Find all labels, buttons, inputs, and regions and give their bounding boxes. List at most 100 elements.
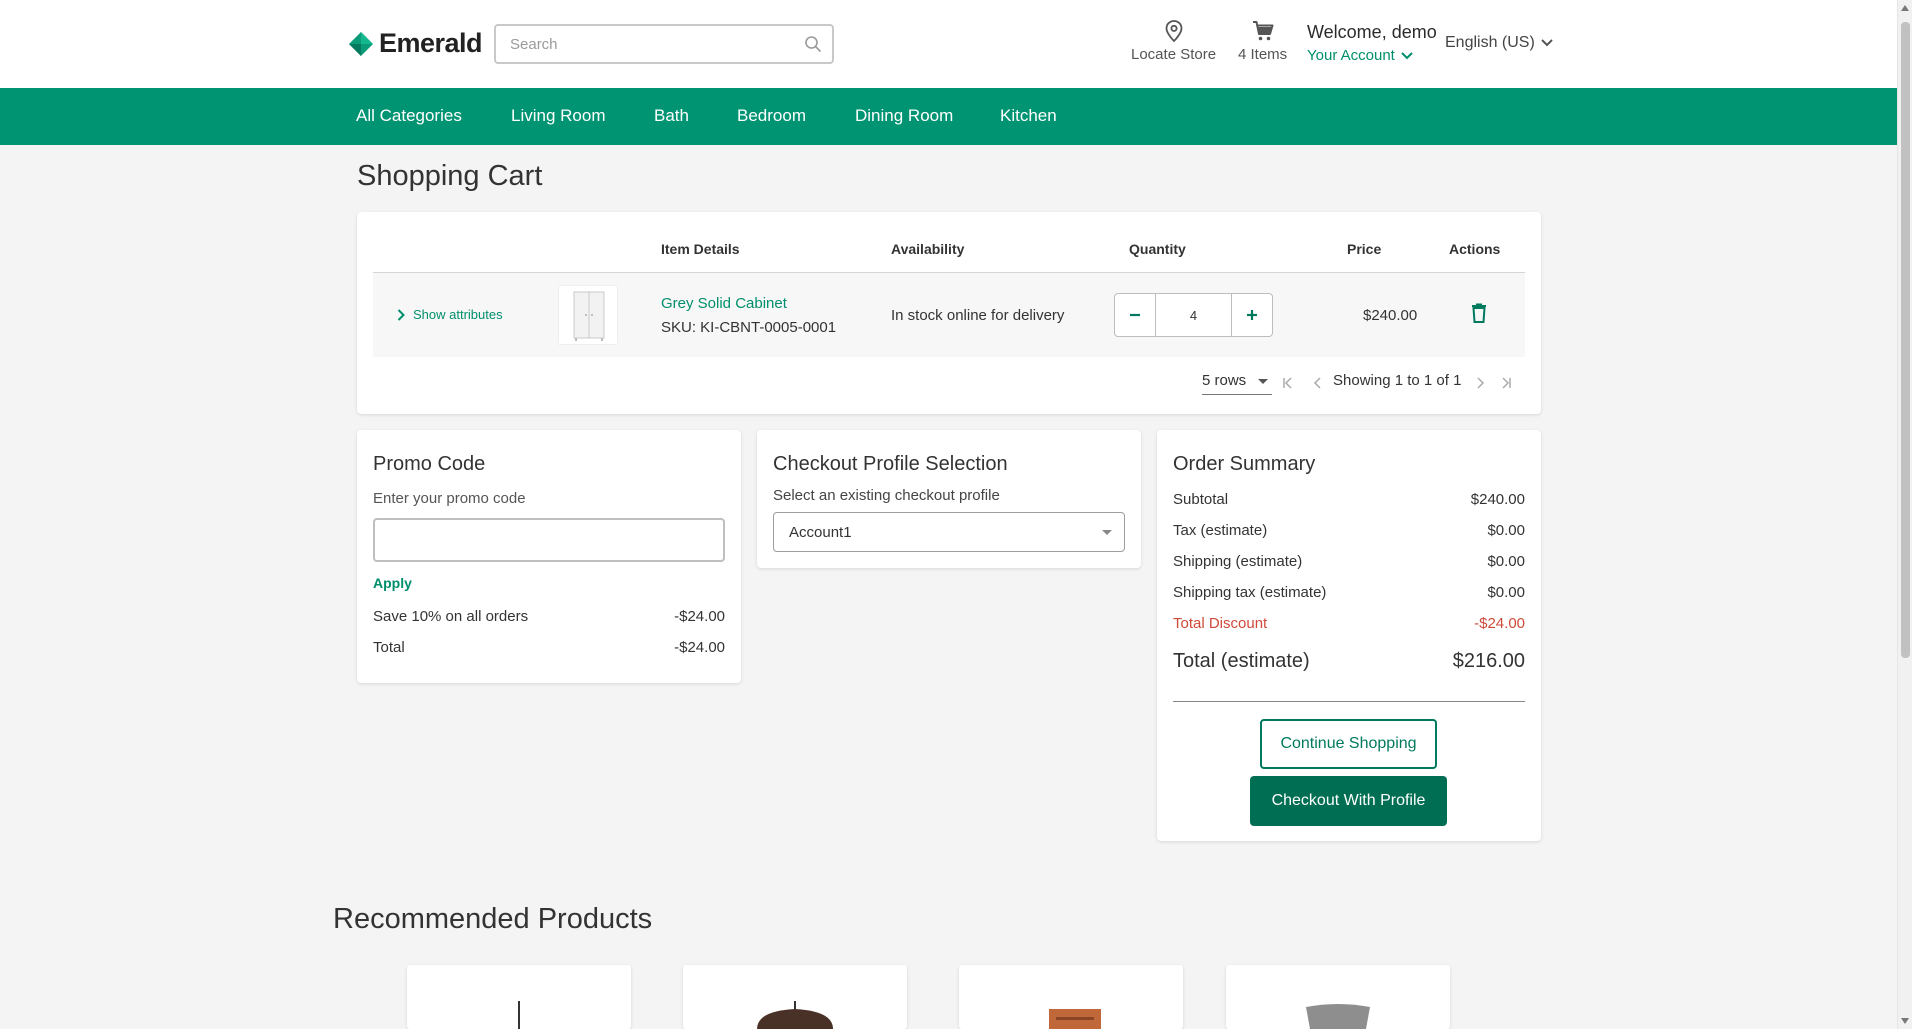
search-input[interactable]: [496, 26, 786, 62]
summary-line-subtotal: Subtotal $240.00: [1173, 491, 1525, 508]
cart-link[interactable]: 4 Items: [1238, 20, 1287, 63]
first-page-icon[interactable]: [1282, 377, 1294, 389]
recommended-products-title: Recommended Products: [333, 903, 653, 935]
checkout-profile-card: Checkout Profile Selection Select an exi…: [757, 430, 1141, 568]
previous-page-icon[interactable]: [1312, 377, 1324, 389]
chevron-down-icon: [1541, 39, 1553, 47]
product-thumbnail[interactable]: [558, 285, 618, 345]
promo-total-label: Total: [373, 639, 405, 656]
checkout-profile-title: Checkout Profile Selection: [773, 453, 1008, 475]
checkout-with-profile-button[interactable]: Checkout With Profile: [1250, 776, 1447, 826]
nav-item-kitchen[interactable]: Kitchen: [1000, 106, 1057, 126]
rows-per-page-value: 5 rows: [1202, 372, 1247, 389]
summary-value: $0.00: [1487, 553, 1525, 570]
promo-total-line: Total -$24.00: [373, 639, 725, 656]
product-name-link[interactable]: Grey Solid Cabinet: [661, 295, 787, 312]
scrollbar-thumb[interactable]: [1901, 22, 1910, 658]
summary-line-tax: Tax (estimate) $0.00: [1173, 522, 1525, 539]
quantity-input[interactable]: 4: [1155, 294, 1232, 336]
plus-icon: [1247, 310, 1257, 320]
promo-total-value: -$24.00: [674, 639, 725, 656]
promo-code-card: Promo Code Enter your promo code Apply S…: [357, 430, 741, 683]
location-pin-icon: [1165, 20, 1182, 42]
product-card[interactable]: [1226, 965, 1450, 1029]
summary-value: $0.00: [1487, 522, 1525, 539]
category-nav: All Categories Living Room Bath Bedroom …: [0, 88, 1897, 145]
scroll-up-arrow-icon[interactable]: [1901, 5, 1909, 11]
account-menu[interactable]: Welcome, demo Your Account: [1307, 22, 1437, 64]
summary-line-discount: Total Discount -$24.00: [1173, 615, 1525, 632]
summary-label: Tax (estimate): [1173, 522, 1268, 539]
summary-value: $0.00: [1487, 584, 1525, 601]
search-icon[interactable]: [804, 35, 822, 53]
summary-line-shipping: Shipping (estimate) $0.00: [1173, 553, 1525, 570]
page-scrollbar[interactable]: [1897, 0, 1912, 1029]
nav-item-bedroom[interactable]: Bedroom: [737, 106, 806, 126]
scroll-down-arrow-icon[interactable]: [1901, 1018, 1909, 1024]
page-title: Shopping Cart: [357, 160, 543, 192]
continue-shopping-button[interactable]: Continue Shopping: [1260, 719, 1437, 769]
site-header: Emerald Locate Store 4 Items Welcome, de…: [0, 0, 1897, 88]
promo-code-label: Enter your promo code: [373, 490, 526, 507]
caret-down-icon: [1102, 530, 1112, 535]
product-card[interactable]: [407, 965, 631, 1029]
welcome-text: Welcome, demo: [1307, 22, 1437, 42]
emerald-gem-icon: [349, 31, 373, 56]
summary-label: Shipping tax (estimate): [1173, 584, 1327, 601]
nav-item-dining-room[interactable]: Dining Room: [855, 106, 953, 126]
summary-line-shipping-tax: Shipping tax (estimate) $0.00: [1173, 584, 1525, 601]
column-header-actions: Actions: [1449, 241, 1501, 257]
nav-item-living-room[interactable]: Living Room: [511, 106, 606, 126]
promo-line: Save 10% on all orders -$24.00: [373, 608, 725, 625]
decrease-quantity-button[interactable]: [1115, 294, 1155, 336]
nav-item-all-categories[interactable]: All Categories: [356, 106, 462, 126]
shopping-cart-icon: [1252, 21, 1274, 41]
quantity-stepper: 4: [1114, 293, 1273, 337]
promo-line-value: -$24.00: [674, 608, 725, 625]
grey-chair-image: [1306, 1004, 1370, 1029]
pendant-lamp-image: [518, 1001, 520, 1029]
language-selector[interactable]: English (US): [1445, 34, 1553, 52]
summary-label: Subtotal: [1173, 491, 1229, 508]
chevron-right-icon: [397, 308, 405, 321]
product-card[interactable]: [959, 965, 1183, 1029]
availability-status: In stock online for delivery: [891, 307, 1065, 324]
brand-logo[interactable]: Emerald: [348, 28, 483, 59]
item-price: $240.00: [1363, 307, 1418, 324]
checkout-profile-select[interactable]: Account1: [773, 512, 1125, 552]
rows-per-page-select[interactable]: 5 rows: [1202, 372, 1272, 395]
product-card[interactable]: [683, 965, 907, 1029]
locate-store-link[interactable]: Locate Store: [1131, 20, 1216, 63]
woven-pendant-image: [757, 1001, 833, 1029]
cabinet-image: [573, 291, 605, 341]
cart-item-count: 4 Items: [1238, 46, 1288, 63]
cart-table: Item Details Availability Quantity Price…: [357, 212, 1541, 414]
pagination-status: Showing 1 to 1 of 1: [1333, 372, 1462, 389]
nav-item-bath[interactable]: Bath: [654, 106, 689, 126]
next-page-icon[interactable]: [1474, 377, 1486, 389]
show-attributes-label: Show attributes: [413, 307, 503, 322]
minus-icon: [1130, 313, 1140, 317]
order-summary-title: Order Summary: [1173, 453, 1316, 475]
brand-name: Emerald: [379, 28, 483, 58]
search-box: [494, 24, 834, 64]
last-page-icon[interactable]: [1500, 377, 1512, 389]
checkout-profile-selected: Account1: [789, 524, 852, 541]
order-summary-card: Order Summary Subtotal $240.00 Tax (esti…: [1157, 430, 1541, 841]
delete-item-icon[interactable]: [1471, 303, 1487, 323]
chevron-down-icon: [1401, 51, 1413, 59]
column-header-item-details: Item Details: [661, 241, 740, 257]
promo-code-input[interactable]: [373, 518, 725, 562]
promo-line-label: Save 10% on all orders: [373, 608, 529, 625]
column-header-quantity: Quantity: [1129, 241, 1186, 257]
table-row: Show attributes Grey Solid Cabinet SKU: …: [373, 273, 1525, 357]
your-account-label: Your Account: [1307, 47, 1395, 64]
apply-promo-button[interactable]: Apply: [373, 575, 412, 591]
increase-quantity-button[interactable]: [1232, 294, 1272, 336]
your-account-dropdown[interactable]: Your Account: [1307, 47, 1437, 64]
summary-label: Total Discount: [1173, 615, 1268, 632]
summary-value: $240.00: [1470, 491, 1525, 508]
checkout-profile-label: Select an existing checkout profile: [773, 487, 1000, 504]
show-attributes-toggle[interactable]: Show attributes: [397, 307, 503, 322]
column-header-availability: Availability: [891, 241, 965, 257]
